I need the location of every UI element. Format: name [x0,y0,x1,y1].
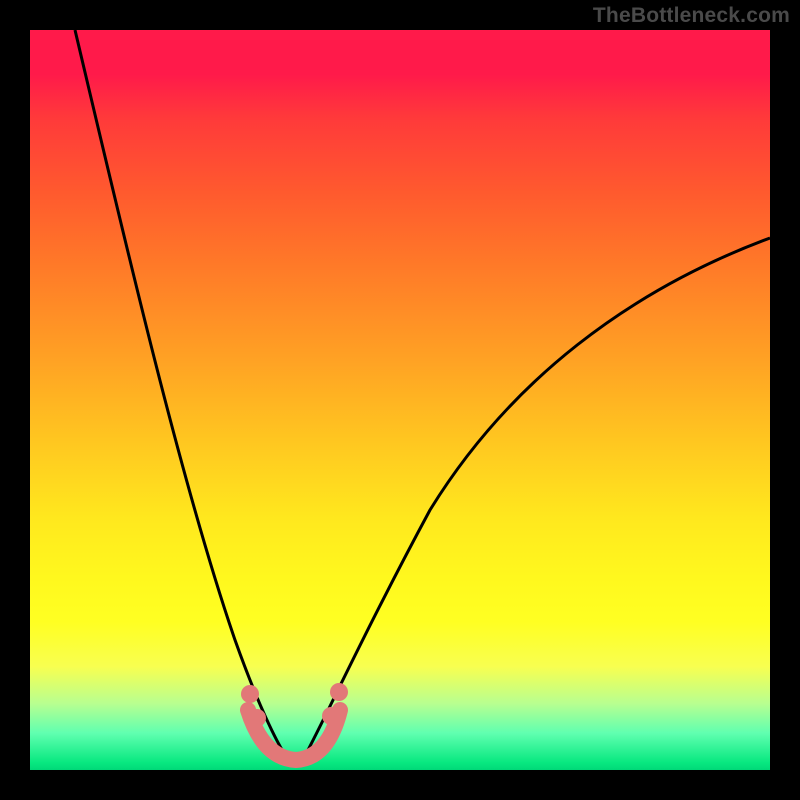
pink-dot [330,683,348,701]
right-curve [300,238,770,765]
pink-dot [322,707,340,725]
chart-svg [30,30,770,770]
chart-area [30,30,770,770]
pink-dot [248,709,266,727]
pink-dot [241,685,259,703]
watermark-text: TheBottleneck.com [593,4,790,28]
left-curve [75,30,292,765]
